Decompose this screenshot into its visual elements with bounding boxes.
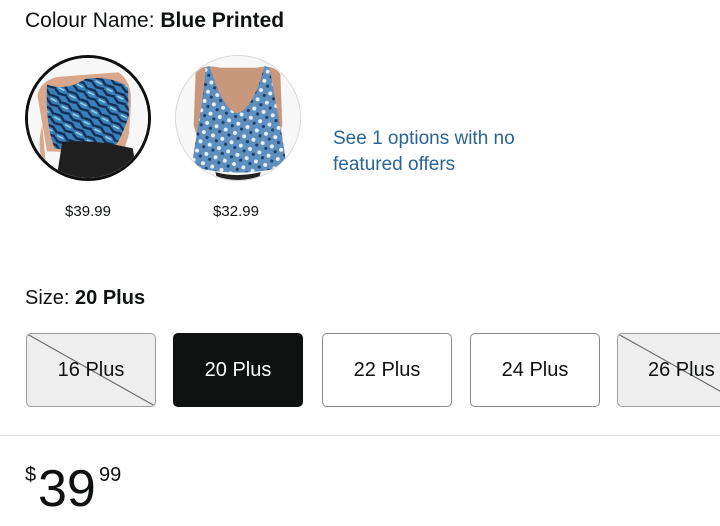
colour-name-value: Blue Printed	[160, 9, 285, 32]
size-row: Size: 20 Plus	[25, 285, 145, 311]
swatch-blue-printed-2[interactable]	[175, 55, 301, 181]
price-whole: 39	[38, 460, 96, 518]
swatch-blue-printed-1[interactable]	[25, 55, 151, 181]
size-option-20-plus[interactable]: 20 Plus	[173, 333, 303, 407]
size-option-label: 16 Plus	[57, 358, 125, 381]
size-option-16-plus[interactable]: 16 Plus	[26, 333, 156, 407]
see-options-no-offers-link[interactable]: See 1 options with no featured offers	[333, 126, 573, 178]
swimsuit-image	[28, 58, 148, 178]
size-option-24-plus[interactable]: 24 Plus	[470, 333, 600, 407]
swimsuit-image	[176, 56, 300, 180]
size-option-label: 20 Plus	[204, 358, 272, 381]
size-option-label: 24 Plus	[501, 358, 569, 381]
size-option-26-plus[interactable]: 26 Plus	[617, 333, 720, 407]
size-option-label: 26 Plus	[648, 358, 715, 381]
price-symbol: $	[25, 464, 37, 486]
divider	[0, 435, 720, 436]
size-option-22-plus[interactable]: 22 Plus	[322, 333, 452, 407]
colour-name-label: Colour Name:	[25, 9, 161, 32]
swatch-price-1: $39.99	[65, 203, 111, 220]
size-option-label: 22 Plus	[353, 358, 421, 381]
size-value: 20 Plus	[75, 287, 146, 309]
size-label: Size:	[25, 287, 76, 309]
colour-name-row: Colour Name: Blue Printed	[25, 7, 284, 35]
swatch-price-2: $32.99	[213, 203, 259, 220]
price-fraction: 99	[99, 464, 122, 486]
